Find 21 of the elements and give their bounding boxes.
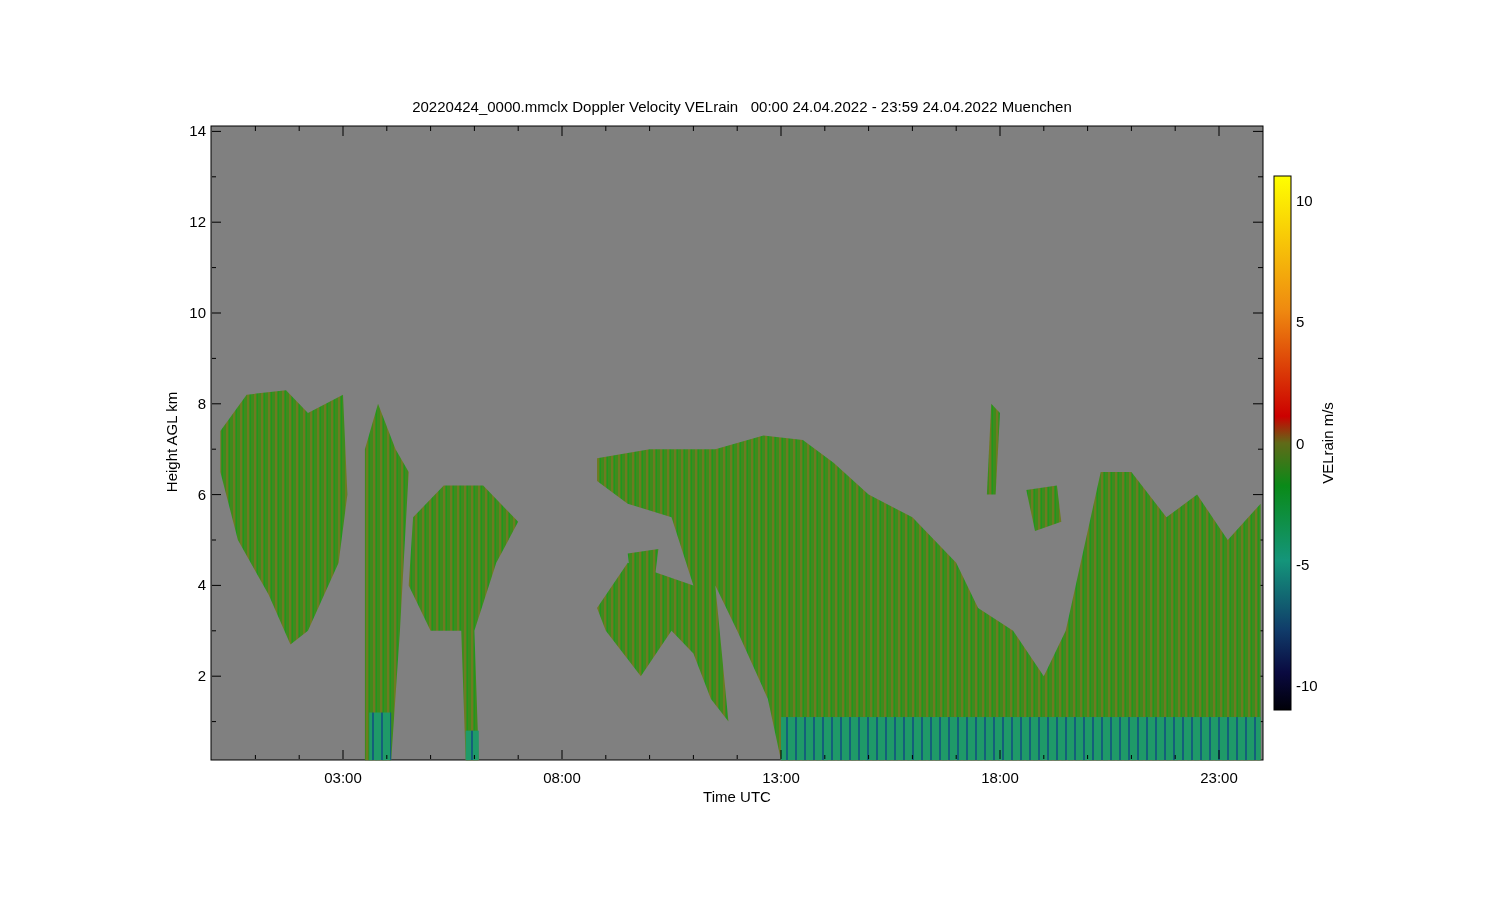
y-tick-label: 2 <box>197 667 206 685</box>
colorbar-tick-label: -10 <box>1296 677 1318 695</box>
colorbar-title: VELrain m/s <box>1319 402 1336 484</box>
x-axis-title: Time UTC <box>703 788 771 805</box>
colorbar-tick-label: 0 <box>1296 434 1305 452</box>
colorbar-tick-label: -5 <box>1296 555 1310 573</box>
y-tick-label: 8 <box>197 394 206 412</box>
figure-title: 20220424_0000.mmclx Doppler Velocity VELrain 00:00 24.04.2022 - 23:59 24.04.2022 Muenchen <box>412 98 1072 115</box>
x-tick-label: 08:00 <box>543 769 581 786</box>
colorbar-tick-label: 10 <box>1296 192 1313 209</box>
y-tick-label: 6 <box>197 485 206 503</box>
x-tick-label: 13:00 <box>762 769 800 786</box>
colorbar-tick-label: 5 <box>1296 313 1305 331</box>
x-tick-label: 18:00 <box>981 769 1019 786</box>
y-tick-label: 14 <box>189 122 206 140</box>
y-tick-label: 4 <box>197 576 206 594</box>
x-tick-label: 03:00 <box>324 769 362 786</box>
y-tick-label: 10 <box>189 304 206 321</box>
y-tick-label: 12 <box>189 213 206 231</box>
x-tick-label: 23:00 <box>1200 769 1238 786</box>
y-axis-title: Height AGL km <box>163 391 180 493</box>
